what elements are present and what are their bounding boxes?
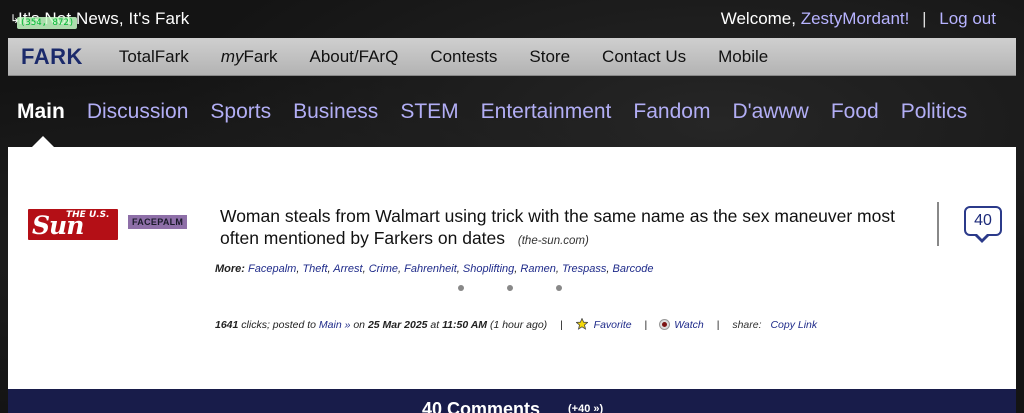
fark-logo-link[interactable]: FARK [21,44,83,70]
meta-separator: | [716,319,720,331]
top-bar: ↳ It's Not News, It's Fark (354, 872) We… [0,0,1024,36]
tab-fandom[interactable]: Fandom [633,100,710,124]
share-label: share: [732,319,762,331]
source-logo-subtext: THE U.S. [66,210,110,220]
username-link[interactable]: ZestyMordant! [801,9,910,28]
welcome-separator: | [922,9,927,28]
clicks-text: clicks; posted to [241,319,316,331]
comments-title: 40 Comments [422,399,541,413]
tab-entertainment[interactable]: Entertainment [481,100,612,124]
logout-link[interactable]: Log out [939,9,996,28]
posted-to-link[interactable]: Main » [319,319,351,331]
main-menubar: FARK TotalFark myFark About/FArQ Contest… [8,38,1016,76]
menu-store[interactable]: Store [529,47,570,67]
loading-dots [456,285,566,293]
menu-contact-us[interactable]: Contact Us [602,47,686,67]
article-headline: Woman steals from Walmart using trick wi… [220,205,910,252]
comment-count: 40 [974,212,992,229]
source-domain: (the-sun.com) [517,235,589,247]
watch-link[interactable]: Watch [674,319,704,331]
click-count: 1641 [215,319,239,331]
menu-about-farq[interactable]: About/FArQ [309,47,398,67]
time-ago: (1 hour ago) [489,319,548,331]
menu-mobile[interactable]: Mobile [718,47,768,67]
more-tag-link[interactable]: Arrest [333,263,362,275]
meta-separator: | [644,319,648,331]
dot [507,285,513,291]
on-text: on [353,319,366,331]
post-date: 25 Mar 2025 [367,319,428,331]
tab-politics[interactable]: Politics [901,100,968,124]
vertical-divider [937,202,939,246]
more-label: More: [215,263,245,275]
more-tag-link[interactable]: Facepalm [248,263,296,275]
tab-business[interactable]: Business [293,100,378,124]
menu-myfark-rest: Fark [243,46,278,66]
menu-totalfark[interactable]: TotalFark [119,47,189,67]
dot [556,285,562,291]
speech-bubble-tail-inner [976,233,988,239]
more-tag-link[interactable]: Crime [369,263,398,275]
favorite-link[interactable]: Favorite [594,319,632,331]
new-comments-link[interactable]: (+40 ») [568,403,603,413]
menu-myfark[interactable]: myFark [221,47,278,67]
copy-link-button[interactable]: Copy Link [770,319,817,331]
tab-food[interactable]: Food [831,100,879,124]
more-tag-link[interactable]: Trespass [562,263,606,275]
tab-dawww[interactable]: D'awww [732,100,808,124]
tab-stem[interactable]: STEM [400,100,458,124]
welcome-text: Welcome, [720,9,796,28]
comments-header-bar: 40 Comments (+40 ») [8,389,1016,413]
more-tag-link[interactable]: Shoplifting [463,263,514,275]
watch-icon[interactable] [660,320,670,329]
comment-count-button[interactable]: 40 [964,206,1002,243]
more-tag-link[interactable]: Theft [302,263,327,275]
post-time: 11:50 AM [442,319,488,331]
tab-main[interactable]: Main [17,100,65,124]
active-tab-pointer [32,136,54,147]
more-tag-link[interactable]: Ramen [520,263,555,275]
more-tag-link[interactable]: Barcode [613,263,654,275]
facepalm-tag-badge[interactable]: FACEPALM [128,215,188,229]
meta-separator: | [560,319,563,331]
more-tags-row: More: Facepalm, Theft, Arrest, Crime, Fa… [215,263,654,275]
menu-myfark-italic: my [220,46,244,66]
article-card: Sun THE U.S. FACEPALM Woman steals from … [8,147,1016,389]
tab-discussion[interactable]: Discussion [87,100,189,124]
more-tag-link[interactable]: Fahrenheit [404,263,457,275]
coordinate-readout: (354, 872) [17,17,78,29]
article-meta: 1641 clicks; posted to Main » on 25 Mar … [215,318,817,331]
category-nav: Main Discussion Sports Business STEM Ent… [8,86,1016,138]
dot [458,285,464,291]
at-text: at [430,319,440,331]
tab-sports[interactable]: Sports [210,100,271,124]
menu-contests[interactable]: Contests [430,47,497,67]
welcome-area: Welcome, ZestyMordant! | Log out [721,9,996,29]
source-logo[interactable]: Sun THE U.S. [28,209,118,240]
star-icon[interactable] [575,318,588,330]
